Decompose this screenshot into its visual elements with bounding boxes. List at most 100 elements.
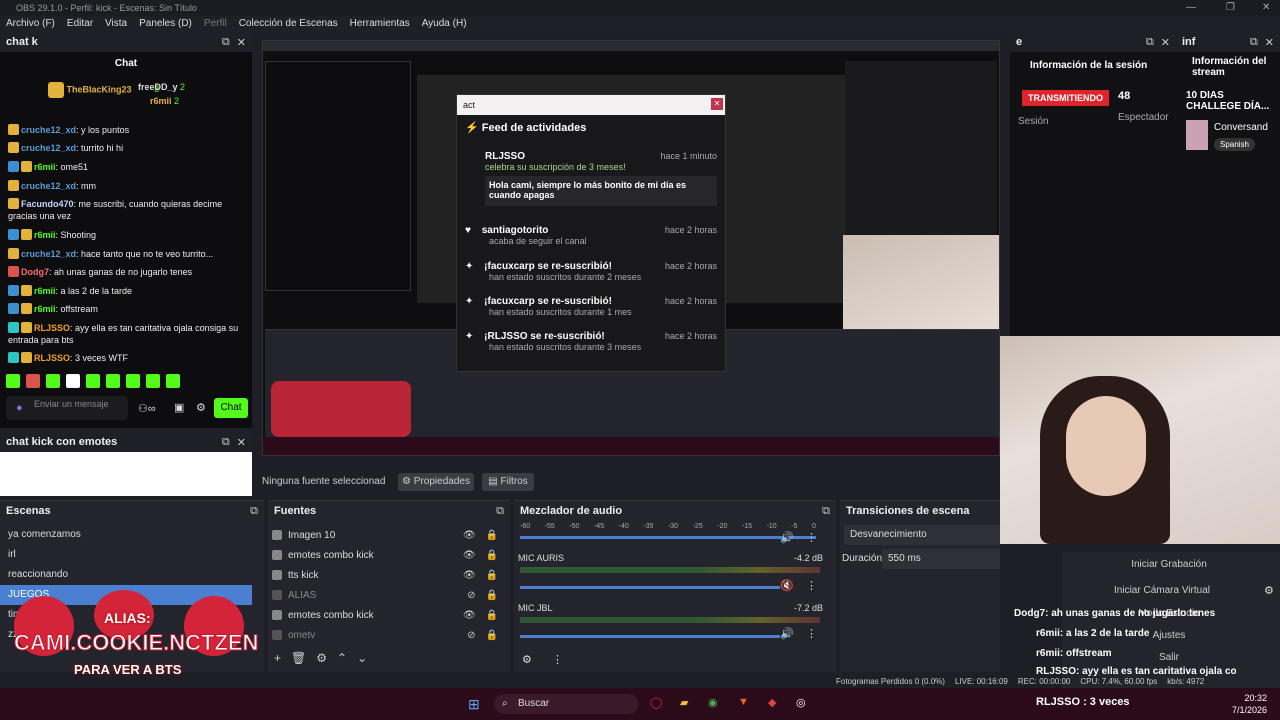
more-icon[interactable]: ⋮ (552, 653, 563, 666)
source-item[interactable]: tts kick 👁 🔒 (268, 565, 510, 585)
lock-icon: 🔒 (485, 589, 498, 601)
menu-coleccion[interactable]: Colección de Escenas (239, 16, 338, 32)
settings-icon[interactable]: ⚙ (1264, 584, 1274, 597)
virtual-camera-button[interactable]: Iniciar Cámara Virtual (1066, 580, 1258, 602)
muted-icon[interactable]: 🔇 (780, 579, 794, 592)
chat-header: Chat (114, 58, 138, 69)
opera-icon[interactable]: ◯ (650, 696, 662, 709)
menu-perfil[interactable]: Perfil (204, 16, 227, 32)
top-gifter-2: freeDD_y 2 (138, 82, 186, 92)
chat-input[interactable]: Enviar un mensaje (6, 396, 128, 420)
folder-icon[interactable]: ▰ (680, 696, 688, 709)
close-icon[interactable]: ✕ (237, 36, 246, 49)
add-icon[interactable]: + (274, 651, 281, 665)
chat-message: cruche12_xd: y los puntos (8, 124, 246, 136)
chrome-icon[interactable]: ◉ (708, 696, 718, 709)
float-icon[interactable]: ⧉ (1250, 36, 1258, 49)
stream-category: Conversand (1214, 122, 1268, 133)
volume-slider[interactable] (520, 536, 816, 539)
filters-button[interactable]: ▤ Filtros (482, 473, 534, 491)
top-gifter-3: r6mii 2 (150, 96, 180, 106)
more-icon[interactable]: ⋮ (806, 579, 817, 592)
channel-name: MIC JBL (518, 603, 553, 613)
source-item[interactable]: ALIAS ⊘ 🔒 (268, 585, 510, 605)
maximize-icon[interactable]: ❐ (1226, 0, 1235, 16)
menu-bar: Archivo (F) Editar Vista Paneles (D) Per… (0, 16, 1280, 32)
scene-item[interactable]: ya comenzamos (0, 525, 264, 545)
more-icon[interactable]: ⋮ (806, 531, 817, 544)
brave-icon[interactable]: ▼ (738, 696, 749, 708)
chat-message: r6mii: a las 2 de la tarde (8, 285, 246, 297)
menu-ayuda[interactable]: Ayuda (H) (422, 16, 467, 32)
settings-icon[interactable]: ⚙ (316, 651, 327, 665)
chat-message: Dodg7: ah unas ganas de no jugarlo tenes (8, 266, 246, 278)
source-item[interactable]: emotes combo kick 👁 🔒 (268, 545, 510, 565)
chat-message: RLJSSO: ayy ella es tan caritativa ojala… (8, 322, 239, 345)
close-icon[interactable]: ✕ (1262, 0, 1270, 16)
remove-icon[interactable]: 🗑 (291, 651, 306, 665)
audio-meter (520, 567, 820, 573)
float-icon[interactable]: ⧉ (822, 505, 830, 518)
mic-icon[interactable]: ● (16, 402, 23, 414)
close-icon[interactable]: ✕ (1161, 36, 1170, 49)
viewer-count: 48 (1118, 90, 1131, 102)
obs-icon[interactable]: ◎ (796, 696, 806, 709)
volume-slider[interactable] (520, 586, 780, 589)
menu-vista[interactable]: Vista (105, 16, 127, 32)
gift-icon[interactable]: ▣ (174, 401, 184, 414)
stream-info-header: inf ⧉ ✕ (1176, 32, 1280, 52)
duration-label: Duración (842, 553, 883, 564)
lock-icon: 🔒 (485, 629, 498, 641)
float-icon[interactable]: ⧉ (1146, 36, 1154, 49)
chat-send-button[interactable]: Chat (214, 398, 248, 418)
browser-icon (272, 610, 282, 620)
app-icon[interactable]: ◆ (768, 696, 776, 709)
source-item[interactable]: Imagen 10 👁 🔒 (268, 525, 510, 545)
chat-message: r6mii: ome51 (8, 161, 246, 173)
more-icon[interactable]: ⋮ (806, 627, 817, 640)
float-icon[interactable]: ⧉ (496, 505, 504, 518)
stream-title: 10 DIAS CHALLEGE DÍA... (1186, 90, 1270, 112)
viewers-label: Espectador (1118, 112, 1169, 123)
windows-start-icon[interactable]: ⊞ (468, 696, 480, 713)
volume-slider[interactable] (520, 635, 780, 638)
mixer-settings-icon[interactable]: ⚙ (522, 653, 532, 666)
source-item[interactable]: emotes combo kick 👁 🔒 (268, 605, 510, 625)
scene-item[interactable]: irl (0, 545, 264, 565)
taskbar-search[interactable]: ⌕ Buscar (494, 694, 638, 714)
down-icon[interactable]: ⌄ (357, 651, 367, 665)
up-icon[interactable]: ⌃ (337, 651, 347, 665)
meter-ticks: -60 -55 -50 -45 -40 -35 -30 -25 -20 -15 -10 -5 0 (520, 523, 816, 530)
float-icon[interactable]: ⧉ (250, 505, 258, 518)
menu-herramientas[interactable]: Herramientas (350, 16, 410, 32)
properties-button[interactable]: ⚙ Propiedades (398, 473, 474, 491)
close-icon[interactable]: ✕ (711, 98, 723, 110)
menu-editar[interactable]: Editar (67, 16, 93, 32)
start-recording-button[interactable]: Iniciar Grabación (1066, 554, 1272, 576)
float-icon[interactable]: ⧉ (222, 36, 230, 49)
scene-item[interactable]: reaccionando (0, 565, 264, 585)
float-icon[interactable]: ⧉ (222, 436, 230, 449)
search-icon: ⌕ (502, 698, 508, 709)
chat-message: r6mii: offstream (8, 303, 246, 315)
speaker-icon[interactable]: 🔊 (780, 531, 794, 544)
lock-icon: 🔒 (485, 549, 498, 561)
feed-item: ✦ ¡facuxcarp se re-suscribió! hace 2 hor… (465, 261, 717, 282)
menu-archivo[interactable]: Archivo (F) (6, 16, 55, 32)
menu-paneles[interactable]: Paneles (D) (139, 16, 192, 32)
transition-select[interactable]: Desvanecimiento (844, 525, 1000, 545)
speaker-icon[interactable]: 🔊 (780, 627, 794, 640)
nested-session (845, 61, 997, 257)
close-icon[interactable]: ✕ (1265, 36, 1274, 49)
chat2-dock: chat kick con emotes ⧉ ✕ (0, 432, 252, 496)
settings-icon[interactable]: ⚙ (196, 401, 206, 414)
chat-dock-title: chat k (6, 36, 38, 48)
minimize-icon[interactable]: — (1186, 0, 1196, 16)
close-icon[interactable]: ✕ (237, 436, 246, 449)
duration-input[interactable]: 550 ms (882, 549, 1000, 569)
emote-bar (6, 374, 182, 388)
audio-mixer-dock: Mezclador de audio ⧉ -60 -55 -50 -45 -40 -35 -3… (514, 500, 836, 672)
feed-item: ✦ ¡facuxcarp se re-suscribió! hace 2 hor… (465, 296, 717, 317)
emote-picker-icon[interactable]: ⚇∞ (138, 402, 156, 415)
source-item[interactable]: ometv ⊘ 🔒 (268, 625, 510, 645)
